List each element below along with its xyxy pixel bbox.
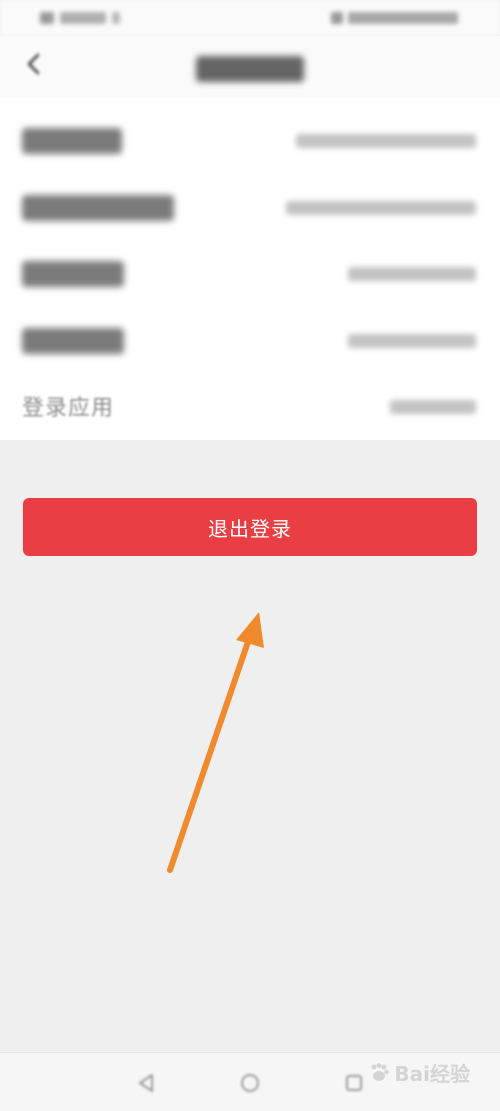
detail-row: 登录应用 — [0, 374, 500, 438]
page-title — [196, 56, 304, 82]
row-value — [348, 334, 476, 348]
screen: 登录应用 退出登录 Bai经验 — [0, 0, 500, 1111]
row-label — [22, 261, 124, 287]
home-circle-icon[interactable] — [238, 1071, 262, 1095]
battery-icon — [331, 12, 343, 24]
arrow-shaft — [167, 633, 253, 873]
paw-logo-icon — [371, 1062, 390, 1081]
watermark: Bai经验 — [368, 1058, 470, 1087]
row-value — [390, 400, 476, 414]
row-value — [286, 201, 476, 215]
watermark-text: Bai经验 — [394, 1062, 470, 1086]
arrow-head — [236, 612, 264, 648]
detail-row — [0, 308, 500, 372]
row-value — [348, 267, 476, 281]
status-bar — [0, 0, 500, 36]
detail-list: 登录应用 — [0, 98, 500, 440]
chevron-left-icon[interactable] — [20, 50, 48, 78]
carrier-text — [60, 12, 106, 24]
back-triangle-icon[interactable] — [134, 1071, 158, 1095]
wifi-icon — [112, 12, 120, 24]
row-value — [296, 134, 476, 148]
status-right — [331, 12, 458, 24]
signal-icon — [40, 12, 54, 24]
detail-row — [0, 108, 500, 172]
row-label: 登录应用 — [22, 396, 115, 421]
row-label — [22, 328, 124, 354]
row-label — [22, 128, 122, 154]
recents-square-icon[interactable] — [342, 1071, 366, 1095]
header — [0, 36, 500, 98]
status-right-text — [348, 12, 458, 24]
logout-label: 退出登录 — [208, 518, 292, 541]
logout-button[interactable]: 退出登录 — [23, 498, 477, 556]
detail-row — [0, 241, 500, 305]
detail-row — [0, 175, 500, 239]
status-left — [40, 12, 120, 24]
row-label — [22, 195, 174, 221]
